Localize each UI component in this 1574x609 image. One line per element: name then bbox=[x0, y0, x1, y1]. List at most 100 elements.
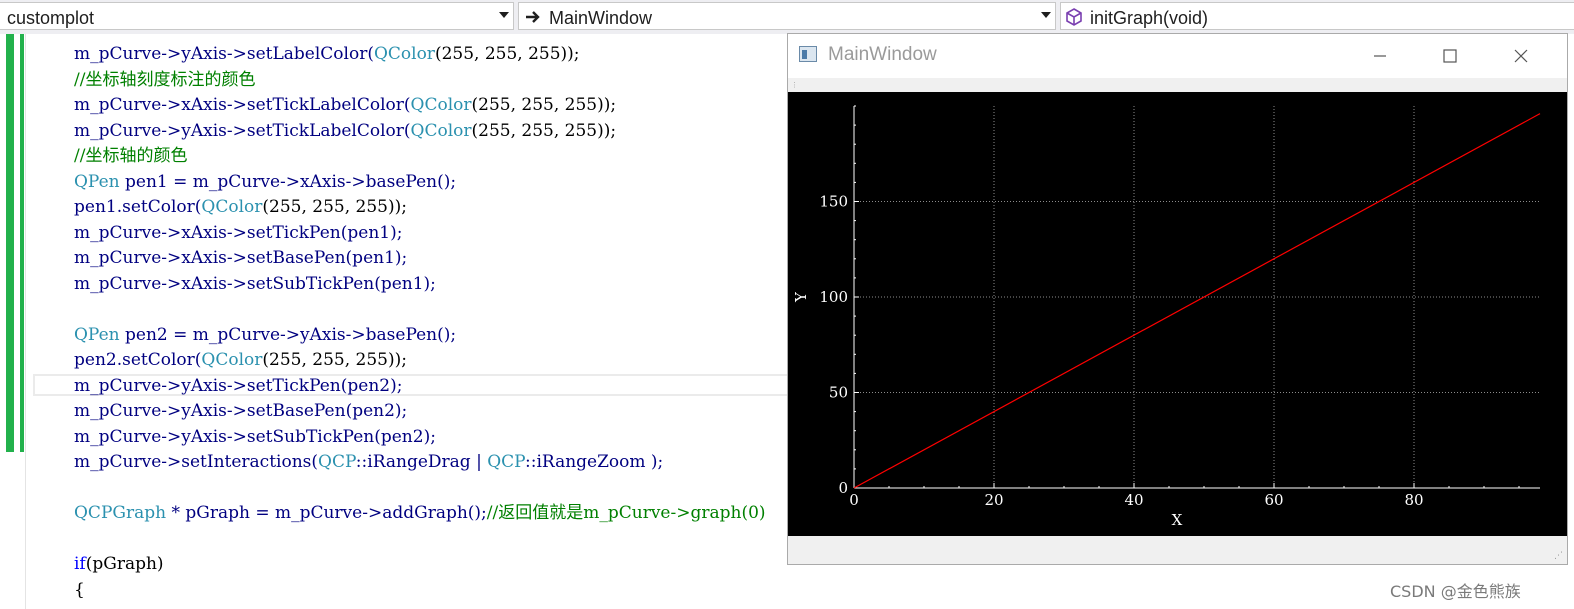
y-tick-label: 100 bbox=[819, 288, 848, 306]
code-token: { bbox=[74, 579, 85, 600]
class-scope-label: MainWindow bbox=[549, 8, 653, 28]
code-line[interactable]: pen1.setColor(QColor(255, 255, 255)); bbox=[74, 195, 407, 220]
code-token: QColor bbox=[410, 120, 472, 141]
code-token: pen1.setColor( bbox=[74, 197, 202, 217]
change-indicator-bar bbox=[6, 34, 14, 452]
code-line[interactable]: QCPGraph * pGraph = m_pCurve->addGraph()… bbox=[74, 501, 766, 526]
x-tick-label: 20 bbox=[984, 491, 1003, 509]
customplot-widget[interactable]: 0 20 40 60 80 0 50 100 150 X Y bbox=[788, 92, 1567, 536]
x-tick-label: 40 bbox=[1124, 491, 1143, 509]
code-line[interactable]: { bbox=[74, 578, 85, 603]
code-token: pen1 = m_pCurve->xAxis->basePen(); bbox=[119, 171, 457, 192]
code-token: ::iRangeDrag | bbox=[355, 452, 488, 472]
close-button[interactable] bbox=[1501, 42, 1541, 70]
code-token: //坐标轴的颜色 bbox=[74, 146, 188, 166]
code-token: (pGraph) bbox=[85, 554, 164, 574]
code-line[interactable]: m_pCurve->setInteractions(QCP::iRangeDra… bbox=[74, 450, 663, 475]
class-arrow-icon bbox=[526, 11, 540, 23]
code-token: (255, 255, 255)); bbox=[471, 120, 617, 141]
code-line[interactable]: if(pGraph) bbox=[74, 552, 164, 577]
code-line[interactable]: QPen pen1 = m_pCurve->xAxis->basePen(); bbox=[74, 170, 456, 195]
code-token: pen2 = m_pCurve->yAxis->basePen(); bbox=[119, 324, 457, 345]
code-token: QPen bbox=[74, 171, 120, 192]
resize-grip-icon[interactable]: ⋰ bbox=[1554, 551, 1563, 561]
code-token: m_pCurve->yAxis->setLabelColor( bbox=[74, 44, 374, 64]
code-token: //返回值就是m_pCurve->graph(0) bbox=[486, 503, 766, 523]
code-line[interactable]: m_pCurve->xAxis->setSubTickPen(pen1); bbox=[74, 272, 436, 297]
code-line[interactable]: m_pCurve->yAxis->setLabelColor(QColor(25… bbox=[74, 42, 580, 67]
code-token: ::iRangeZoom ); bbox=[525, 452, 664, 472]
code-token: m_pCurve->yAxis->setTickPen(pen2); bbox=[74, 375, 403, 396]
code-line[interactable]: pen2.setColor(QColor(255, 255, 255)); bbox=[74, 348, 407, 373]
code-token: pen2.setColor( bbox=[74, 350, 202, 370]
class-scope-dropdown[interactable]: MainWindow bbox=[518, 2, 1056, 30]
code-token: QPen bbox=[74, 324, 120, 345]
main-window[interactable]: MainWindow ⋮ 0 20 40 60 80 0 50 100 150 X Y ⋰ bbox=[787, 33, 1568, 565]
code-token: m_pCurve->xAxis->setTickPen(pen1); bbox=[74, 222, 403, 243]
code-token: (255, 255, 255)); bbox=[262, 197, 407, 217]
code-line[interactable]: m_pCurve->xAxis->setTickLabelColor(QColo… bbox=[74, 93, 616, 118]
x-tick-label: 60 bbox=[1264, 491, 1283, 509]
x-tick-label: 80 bbox=[1404, 491, 1423, 509]
code-token: QColor bbox=[201, 197, 263, 217]
code-token: QColor bbox=[373, 44, 435, 64]
maximize-icon bbox=[1443, 49, 1457, 63]
y-axis-label: Y bbox=[792, 291, 810, 303]
toolbar-grip-icon[interactable]: ⋮ bbox=[791, 81, 798, 89]
code-token: m_pCurve->yAxis->setBasePen(pen2); bbox=[74, 401, 408, 421]
code-line[interactable]: m_pCurve->yAxis->setSubTickPen(pen2); bbox=[74, 425, 436, 450]
code-token: * pGraph = m_pCurve->addGraph(); bbox=[166, 503, 487, 523]
minimize-icon bbox=[1374, 55, 1386, 57]
code-token: m_pCurve->xAxis->setSubTickPen(pen1); bbox=[74, 273, 436, 294]
code-line[interactable]: m_pCurve->xAxis->setBasePen(pen1); bbox=[74, 246, 407, 271]
code-token: (255, 255, 255)); bbox=[262, 350, 407, 370]
code-line[interactable]: m_pCurve->yAxis->setBasePen(pen2); bbox=[74, 399, 407, 424]
code-token: QCP bbox=[487, 452, 525, 472]
code-token: if bbox=[74, 554, 86, 574]
code-token: m_pCurve->yAxis->setSubTickPen(pen2); bbox=[74, 426, 436, 447]
x-tick-label: 0 bbox=[849, 491, 859, 509]
code-token: QCPGraph bbox=[74, 503, 167, 523]
code-token: (255, 255, 255)); bbox=[471, 95, 617, 115]
close-icon bbox=[1514, 49, 1528, 63]
code-line[interactable]: //坐标轴刻度标注的颜色 bbox=[74, 68, 255, 93]
y-tick-label: 50 bbox=[829, 384, 848, 402]
code-token: QColor bbox=[410, 95, 472, 115]
code-token: QCP bbox=[318, 452, 356, 472]
status-bar: ⋰ bbox=[788, 536, 1567, 564]
code-token: (255, 255, 255)); bbox=[434, 44, 580, 64]
code-line[interactable]: m_pCurve->yAxis->setTickLabelColor(QColo… bbox=[74, 119, 616, 144]
minimize-button[interactable] bbox=[1360, 42, 1400, 70]
y-tick-label: 150 bbox=[819, 193, 848, 211]
chevron-down-icon bbox=[499, 12, 509, 18]
maximize-button[interactable] bbox=[1430, 42, 1470, 70]
window-titlebar[interactable]: MainWindow bbox=[788, 34, 1567, 78]
code-line[interactable]: m_pCurve->yAxis->setTickPen(pen2); bbox=[74, 374, 402, 399]
project-label: customplot bbox=[7, 8, 95, 28]
code-token: //坐标轴刻度标注的颜色 bbox=[74, 69, 256, 90]
app-window-icon bbox=[799, 46, 817, 62]
member-dropdown[interactable]: initGraph(void) bbox=[1060, 2, 1574, 30]
method-cube-icon bbox=[1066, 8, 1082, 26]
y-tick-label: 0 bbox=[838, 479, 848, 497]
code-token: m_pCurve->setInteractions( bbox=[74, 452, 319, 472]
series-line bbox=[853, 113, 1541, 489]
project-dropdown[interactable]: customplot bbox=[0, 2, 514, 30]
toolbar-area: ⋮ bbox=[788, 78, 1567, 92]
code-token: QColor bbox=[201, 350, 263, 370]
code-token: m_pCurve->xAxis->setBasePen(pen1); bbox=[74, 248, 408, 268]
code-token: m_pCurve->yAxis->setTickLabelColor( bbox=[74, 120, 411, 141]
code-line[interactable]: QPen pen2 = m_pCurve->yAxis->basePen(); bbox=[74, 323, 456, 348]
editor-margin-divider bbox=[25, 34, 26, 609]
code-line[interactable]: m_pCurve->xAxis->setTickPen(pen1); bbox=[74, 221, 402, 246]
navigation-bar: customplot MainWindow initGraph(void) bbox=[0, 0, 1574, 34]
change-indicator-bar bbox=[20, 34, 24, 452]
code-line[interactable]: //坐标轴的颜色 bbox=[74, 144, 187, 169]
window-title: MainWindow bbox=[828, 44, 937, 65]
watermark: CSDN @金色熊族 bbox=[1390, 582, 1521, 601]
chart-svg: 0 20 40 60 80 0 50 100 150 X Y bbox=[792, 105, 1541, 529]
x-axis-label: X bbox=[1172, 511, 1183, 529]
code-token: m_pCurve->xAxis->setTickLabelColor( bbox=[74, 95, 411, 115]
chevron-down-icon bbox=[1041, 12, 1051, 18]
member-label: initGraph(void) bbox=[1090, 8, 1209, 28]
